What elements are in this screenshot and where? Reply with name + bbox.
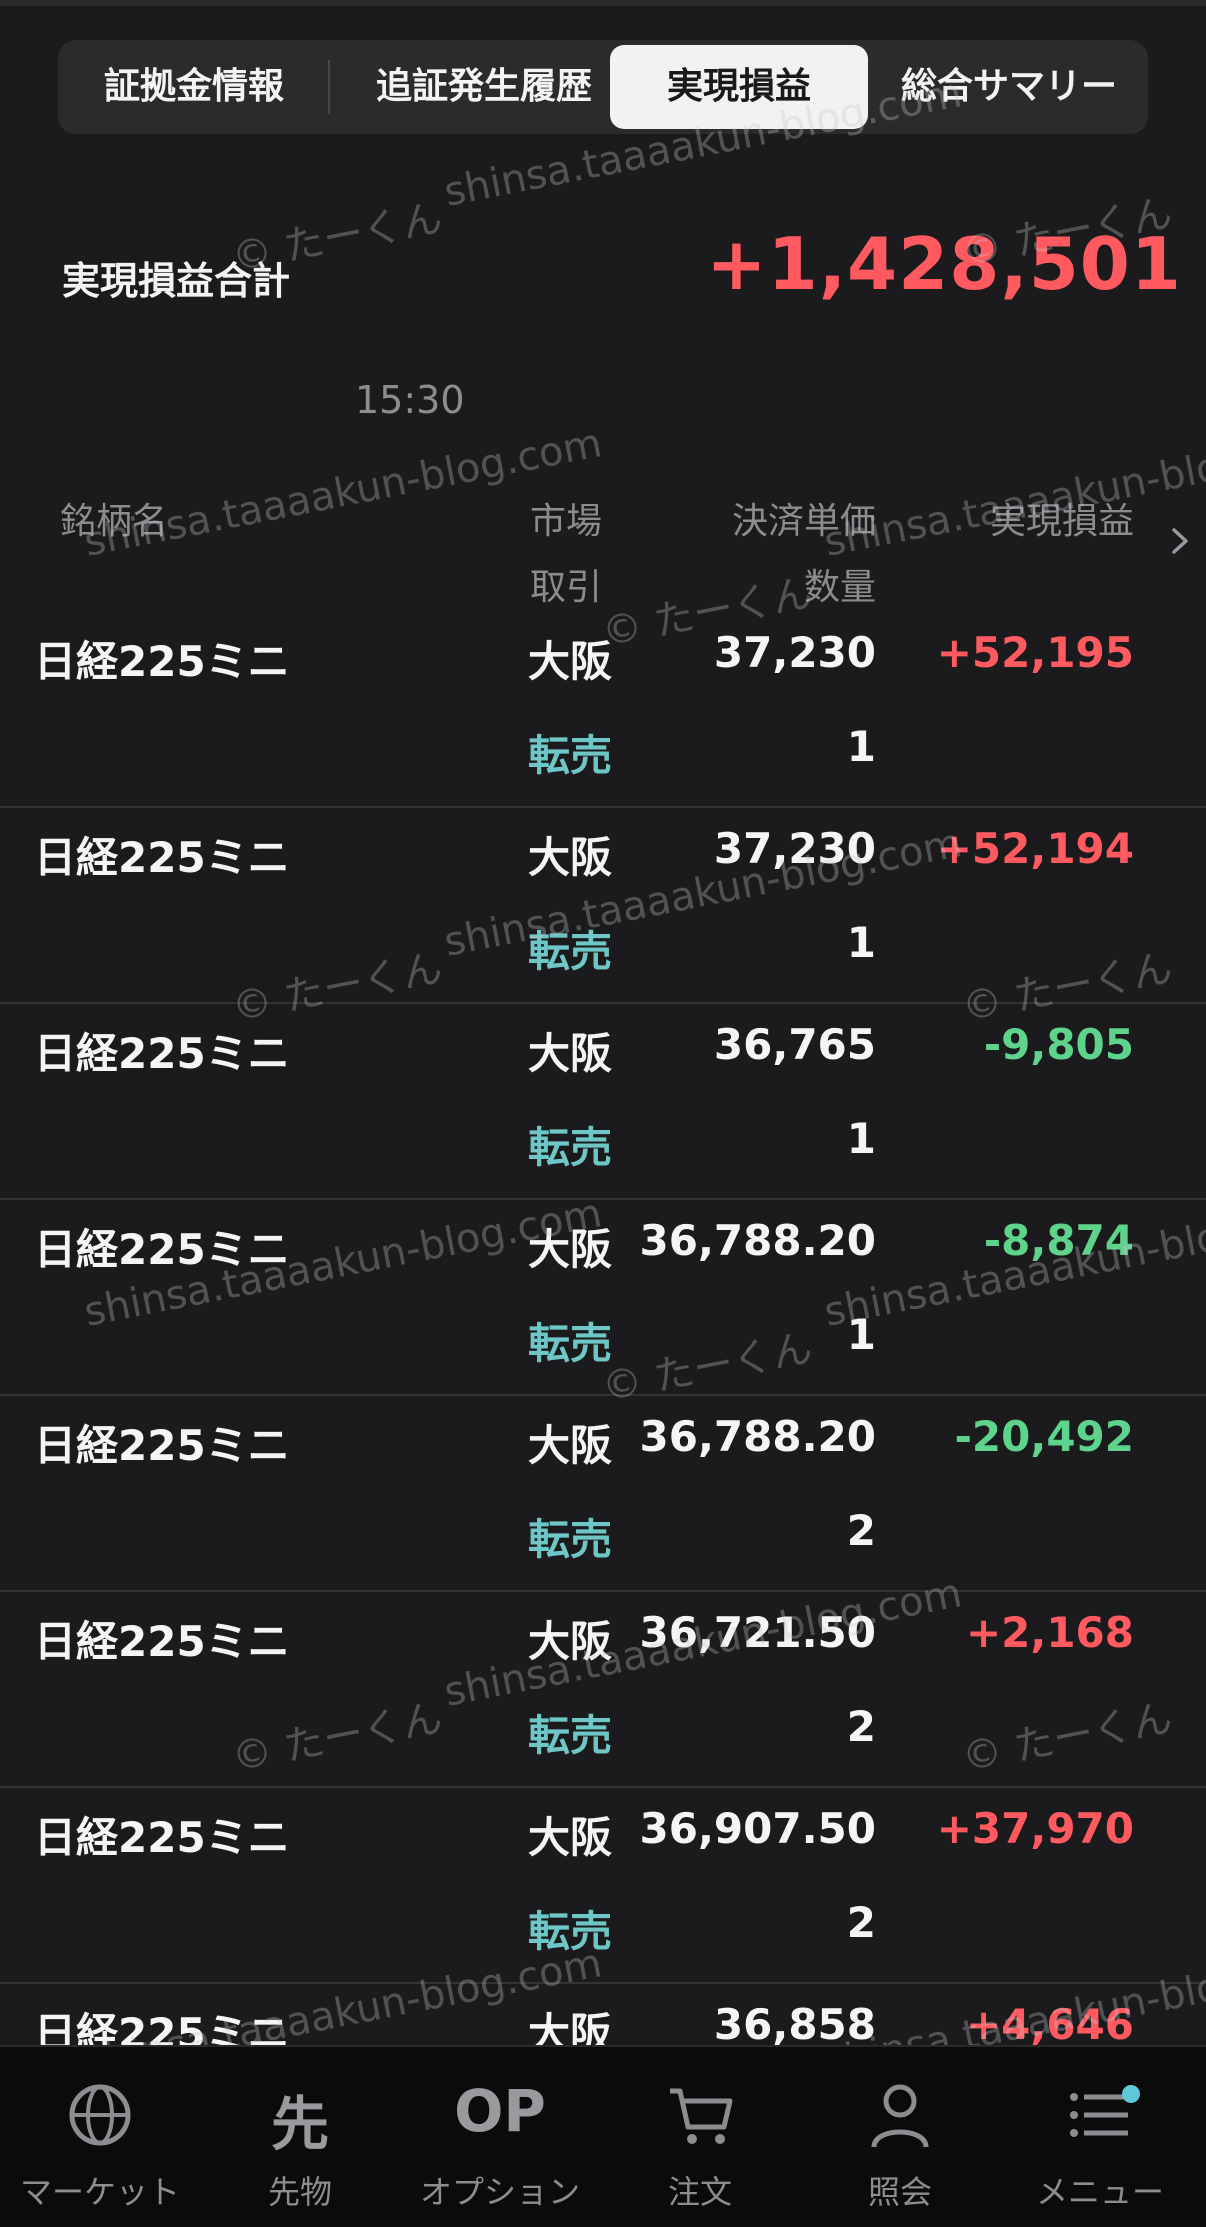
nav-label: 注文 <box>667 2173 732 2211</box>
row-name: 日経225ミニ <box>34 1617 290 1666</box>
chevron-right-icon[interactable] <box>1168 526 1194 556</box>
table-row[interactable]: 日経225ミニ 大阪 36,788.20 -8,874 転売 1 <box>0 1198 1206 1396</box>
row-name: 日経225ミニ <box>34 833 290 882</box>
table-row[interactable]: 日経225ミニ 大阪 36,788.20 -20,492 転売 2 <box>0 1394 1206 1592</box>
tab-bar: 証拠金情報 追証発生履歴 実現損益 総合サマリー <box>58 40 1148 134</box>
option-icon: OP <box>454 2077 546 2145</box>
header-name: 銘柄名 <box>60 501 169 542</box>
futures-icon: 先 <box>270 2090 329 2158</box>
tab-divider <box>328 60 330 114</box>
row-price: 36,858 <box>713 2000 876 2045</box>
header-quantity: 数量 <box>803 567 876 608</box>
row-market: 大阪 <box>528 637 613 686</box>
row-name: 日経225ミニ <box>34 1421 290 1470</box>
row-quantity: 1 <box>846 722 876 771</box>
table-row[interactable]: 日経225ミニ 大阪 36,765 -9,805 転売 1 <box>0 1002 1206 1200</box>
tab-margin-info[interactable]: 証拠金情報 <box>58 40 330 134</box>
row-name: 日経225ミニ <box>34 1813 290 1862</box>
row-realized-pl: -20,492 <box>954 1412 1134 1461</box>
row-quantity: 2 <box>846 1702 876 1751</box>
tab-margin-call-history[interactable]: 追証発生履歴 <box>334 40 634 134</box>
nav-order[interactable]: 注文 <box>600 2047 800 2227</box>
nav-label: メニュー <box>1035 2173 1164 2211</box>
tab-realized-pl[interactable]: 実現損益 <box>610 45 868 129</box>
nav-label: 先物 <box>267 2173 332 2211</box>
nav-label: マーケット <box>19 2173 180 2211</box>
realized-pl-total-value: +1,428,501 <box>706 222 1182 306</box>
header-price: 決済単価 <box>731 501 876 542</box>
top-border <box>0 0 1206 6</box>
row-price: 37,230 <box>713 824 876 873</box>
row-name: 日経225ミニ <box>34 2009 290 2045</box>
row-price: 36,907.50 <box>639 1804 876 1853</box>
globe-icon <box>69 2084 131 2146</box>
row-market: 大阪 <box>528 1617 613 1666</box>
row-market: 大阪 <box>528 1225 613 1274</box>
row-realized-pl: +37,970 <box>936 1804 1134 1853</box>
table-row[interactable]: 日経225ミニ 大阪 37,230 +52,194 転売 1 <box>0 806 1206 1004</box>
row-price: 36,765 <box>713 1020 876 1069</box>
row-price: 36,788.20 <box>639 1216 876 1265</box>
row-trade: 転売 <box>528 1907 613 1956</box>
realized-pl-list: 日経225ミニ 大阪 37,230 +52,195 転売 1 日経225ミニ 大… <box>0 610 1206 2045</box>
row-name: 日経225ミニ <box>34 1225 290 1274</box>
notification-dot <box>1122 2085 1140 2103</box>
realized-pl-total-label: 実現損益合計 <box>62 259 291 303</box>
row-quantity: 1 <box>846 1114 876 1163</box>
table-row[interactable]: 日経225ミニ 大阪 36,858 +4,646 転売 2 <box>0 1982 1206 2045</box>
table-row[interactable]: 日経225ミニ 大阪 36,907.50 +37,970 転売 2 <box>0 1786 1206 1984</box>
table-row[interactable]: 日経225ミニ 大阪 37,230 +52,195 転売 1 <box>0 610 1206 808</box>
row-realized-pl: +52,194 <box>936 824 1134 873</box>
row-quantity: 1 <box>846 918 876 967</box>
nav-inquiry[interactable]: 照会 <box>800 2047 1000 2227</box>
nav-option[interactable]: OP オプション <box>400 2047 600 2227</box>
row-quantity: 2 <box>846 1506 876 1555</box>
row-realized-pl: +52,195 <box>936 628 1134 677</box>
nav-label: オプション <box>419 2173 580 2211</box>
row-name: 日経225ミニ <box>34 1029 290 1078</box>
header-market: 市場 <box>530 501 603 542</box>
row-realized-pl: -8,874 <box>983 1216 1134 1265</box>
row-price: 36,788.20 <box>639 1412 876 1461</box>
update-time: 15:30 <box>355 378 465 422</box>
nav-market[interactable]: マーケット <box>0 2047 200 2227</box>
row-market: 大阪 <box>528 833 613 882</box>
header-trade: 取引 <box>530 567 603 608</box>
row-trade: 転売 <box>528 1711 613 1760</box>
row-trade: 転売 <box>528 1515 613 1564</box>
row-trade: 転売 <box>528 1319 613 1368</box>
row-realized-pl: -9,805 <box>983 1020 1134 1069</box>
person-icon <box>871 2084 929 2148</box>
row-market: 大阪 <box>528 2009 613 2045</box>
row-price: 36,721.50 <box>639 1608 876 1657</box>
row-trade: 転売 <box>528 1123 613 1172</box>
row-market: 大阪 <box>528 1421 613 1470</box>
row-quantity: 1 <box>846 1310 876 1359</box>
row-market: 大阪 <box>528 1813 613 1862</box>
cart-icon <box>670 2088 733 2144</box>
row-realized-pl: +4,646 <box>965 2000 1134 2045</box>
table-row[interactable]: 日経225ミニ 大阪 36,721.50 +2,168 転売 2 <box>0 1590 1206 1788</box>
nav-label: 照会 <box>867 2173 932 2211</box>
nav-futures[interactable]: 先 先物 <box>200 2047 400 2227</box>
row-market: 大阪 <box>528 1029 613 1078</box>
bottom-nav: マーケット 先 先物 OP オプション 注文 照会 メニュー <box>0 2045 1206 2227</box>
row-realized-pl: +2,168 <box>965 1608 1134 1657</box>
tab-summary[interactable]: 総合サマリー <box>870 40 1148 134</box>
row-quantity: 2 <box>846 1898 876 1947</box>
row-trade: 転売 <box>528 927 613 976</box>
row-price: 37,230 <box>713 628 876 677</box>
row-name: 日経225ミニ <box>34 637 290 686</box>
nav-menu[interactable]: メニュー <box>1000 2047 1200 2227</box>
header-realized-pl: 実現損益 <box>989 501 1134 542</box>
row-trade: 転売 <box>528 731 613 780</box>
